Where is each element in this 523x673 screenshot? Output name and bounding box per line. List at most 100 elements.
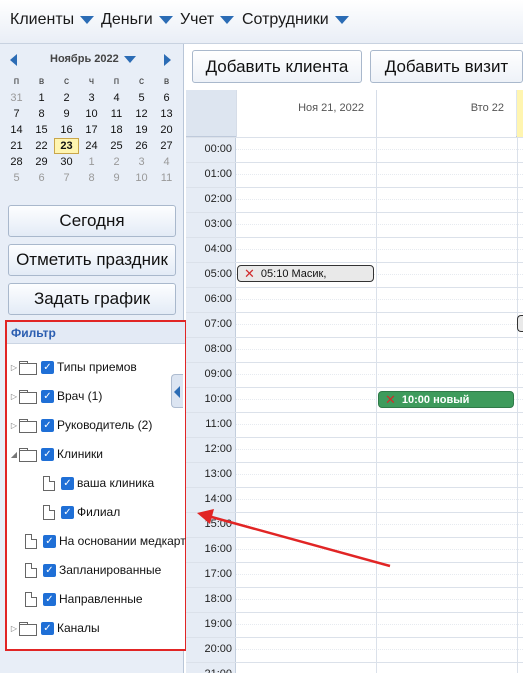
calendar-day[interactable]: 1 — [29, 90, 54, 106]
calendar-day[interactable]: 3 — [79, 90, 104, 106]
calendar-day[interactable]: 2 — [104, 154, 129, 170]
menu-staff[interactable]: Сотрудники — [242, 11, 349, 29]
calendar-day[interactable]: 7 — [4, 106, 29, 122]
collapse-arrow-icon[interactable]: ◢ — [9, 450, 19, 459]
weekday-label: с — [64, 76, 69, 87]
add-visit-button[interactable]: Добавить визит — [370, 50, 523, 83]
hour-label: 03:00 — [204, 218, 232, 230]
tree-node-branch[interactable]: ✓ Филиал — [43, 502, 120, 522]
set-schedule-button[interactable]: Задать график — [8, 283, 176, 315]
calendar-day[interactable]: 16 — [54, 122, 79, 138]
calendar-day[interactable]: 20 — [154, 122, 179, 138]
half-hour-gridline — [236, 374, 523, 375]
tree-node-your-clinic[interactable]: ✓ ваша клиника — [43, 473, 154, 493]
calendar-month-title[interactable]: Ноябрь 2022 — [50, 53, 119, 65]
add-client-button[interactable]: Добавить клиента — [192, 50, 362, 83]
time-column: 00:00 01:00 02:00 03:00 04:00 05:00 06:00 07:00… — [186, 137, 236, 673]
checkbox-icon[interactable]: ✓ — [41, 360, 54, 374]
checkbox-icon[interactable]: ✓ — [43, 534, 56, 548]
tree-node-clinics[interactable]: ◢ ✓ Клиники — [9, 444, 103, 464]
calendar-day[interactable]: 6 — [29, 170, 54, 186]
hour-label: 21:00 — [186, 668, 232, 673]
calendar-day[interactable]: 1 — [79, 154, 104, 170]
checkbox-icon[interactable]: ✓ — [41, 418, 54, 432]
calendar-day[interactable]: 27 — [154, 138, 179, 154]
calendar-day[interactable]: 10 — [79, 106, 104, 122]
calendar-day[interactable]: 26 — [129, 138, 154, 154]
checkbox-icon[interactable]: ✓ — [43, 563, 56, 577]
calendar-day[interactable]: 4 — [104, 90, 129, 106]
menu-clients[interactable]: Клиенты — [10, 11, 95, 29]
calendar-day[interactable]: 30 — [54, 154, 79, 170]
checkbox-icon[interactable]: ✓ — [41, 447, 54, 461]
calendar-day[interactable]: 21 — [4, 138, 29, 154]
tree-node-label: Врач (1) — [57, 389, 103, 403]
expand-arrow-icon[interactable]: ▷ — [9, 624, 19, 633]
collapse-panel-handle[interactable] — [171, 374, 183, 408]
calendar-day[interactable]: 11 — [154, 170, 179, 186]
tree-node-referred[interactable]: ✓ Направленные — [25, 589, 143, 609]
hour-gridline — [186, 487, 523, 488]
calendar-day[interactable]: 29 — [29, 154, 54, 170]
tree-node-manager[interactable]: ▷ ✓ Руководитель (2) — [9, 415, 152, 435]
calendar-day[interactable]: 6 — [154, 90, 179, 106]
calendar-day[interactable]: 13 — [154, 106, 179, 122]
chevron-right-icon[interactable] — [164, 54, 171, 66]
expand-arrow-icon[interactable]: ▷ — [9, 421, 19, 430]
checkbox-icon[interactable]: ✓ — [61, 505, 74, 519]
calendar-day[interactable]: 18 — [104, 122, 129, 138]
appointment-event[interactable]: ✕ 10:00 новый — [378, 391, 514, 408]
expand-arrow-icon[interactable]: ▷ — [9, 363, 19, 372]
day-header-2[interactable]: Вто 22 — [376, 90, 516, 137]
hour-label: 16:00 — [204, 543, 232, 555]
day-header-1[interactable]: Ноя 21, 2022 — [236, 90, 376, 137]
calendar-day[interactable]: 23 — [54, 138, 79, 154]
calendar-day[interactable]: 10 — [129, 170, 154, 186]
calendar-header: Ноябрь 2022 — [0, 50, 184, 70]
half-hour-gridline — [236, 349, 523, 350]
appointment-event-partial[interactable] — [517, 315, 523, 332]
calendar-day[interactable]: 28 — [4, 154, 29, 170]
calendar-day[interactable]: 22 — [29, 138, 54, 154]
checkbox-icon[interactable]: ✓ — [41, 621, 54, 635]
calendar-day[interactable]: 5 — [4, 170, 29, 186]
calendar-day[interactable]: 11 — [104, 106, 129, 122]
calendar-day[interactable]: 15 — [29, 122, 54, 138]
calendar-day[interactable]: 3 — [129, 154, 154, 170]
calendar-day[interactable]: 24 — [79, 138, 104, 154]
tree-node-planned[interactable]: ✓ Запланированные — [25, 560, 161, 580]
tree-node-appointment-types[interactable]: ▷ ✓ Типы приемов — [9, 357, 137, 377]
expand-arrow-icon[interactable]: ▷ — [9, 392, 19, 401]
chevron-down-icon[interactable] — [124, 56, 136, 63]
tree-node-doctor[interactable]: ▷ ✓ Врач (1) — [9, 386, 102, 406]
calendar-day[interactable]: 5 — [129, 90, 154, 106]
mark-holiday-button[interactable]: Отметить праздник — [8, 244, 176, 276]
calendar-day[interactable]: 9 — [54, 106, 79, 122]
calendar-day[interactable]: 7 — [54, 170, 79, 186]
today-button[interactable]: Сегодня — [8, 205, 176, 237]
checkbox-icon[interactable]: ✓ — [61, 476, 74, 490]
checkbox-icon[interactable]: ✓ — [43, 592, 56, 606]
tree-node-channels[interactable]: ▷ ✓ Каналы — [9, 618, 100, 638]
tree-node-medical-records[interactable]: ✓ На основании медкарт — [25, 531, 186, 551]
hour-label: 20:00 — [204, 643, 232, 655]
calendar-day[interactable]: 14 — [4, 122, 29, 138]
chevron-down-icon — [220, 16, 235, 24]
calendar-day[interactable]: 8 — [79, 170, 104, 186]
menu-money[interactable]: Деньги — [101, 11, 173, 29]
checkbox-icon[interactable]: ✓ — [41, 389, 54, 403]
calendar-day[interactable]: 9 — [104, 170, 129, 186]
appointment-event[interactable]: ✕ 05:10 Масик, — [237, 265, 374, 282]
calendar-day[interactable]: 17 — [79, 122, 104, 138]
calendar-day[interactable]: 31 — [4, 90, 29, 106]
calendar-day[interactable]: 19 — [129, 122, 154, 138]
half-hour-gridline — [236, 149, 523, 150]
calendar-day[interactable]: 8 — [29, 106, 54, 122]
calendar-day[interactable]: 12 — [129, 106, 154, 122]
menu-accounting[interactable]: Учет — [180, 11, 235, 29]
calendar-day[interactable]: 2 — [54, 90, 79, 106]
hour-gridline — [186, 312, 523, 313]
calendar-day[interactable]: 4 — [154, 154, 179, 170]
calendar-day[interactable]: 25 — [104, 138, 129, 154]
chevron-left-icon[interactable] — [10, 54, 17, 66]
